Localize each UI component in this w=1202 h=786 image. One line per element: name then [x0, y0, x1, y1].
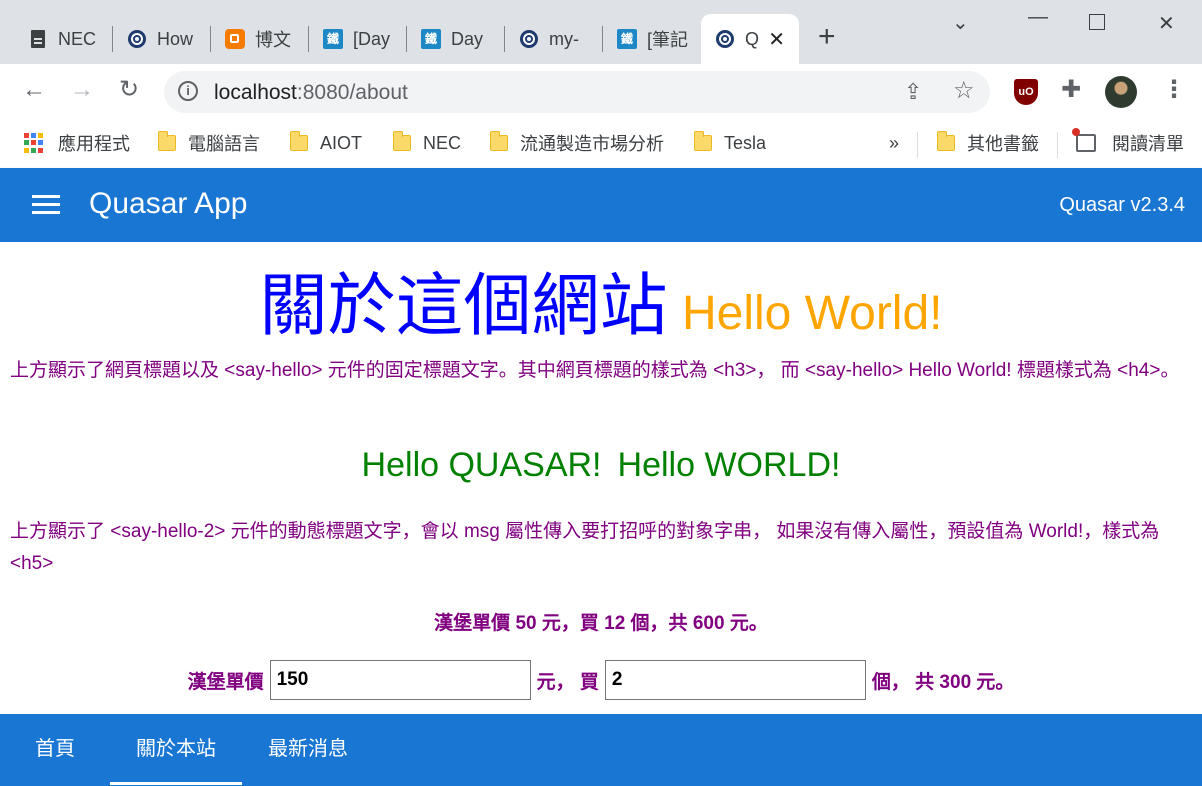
apps-grid-icon	[24, 133, 44, 153]
browser-tab[interactable]: my-	[505, 14, 603, 64]
footer-tabs: 首頁 關於本站 最新消息	[0, 714, 1202, 786]
say-hello-heading: Hello World!	[681, 287, 943, 340]
reading-list-icon	[1072, 128, 1096, 152]
ithome-icon: 鐵	[421, 29, 441, 49]
tab-title: my-	[549, 28, 579, 49]
browser-toolbar: ← → ↻ i localhost:8080/about ⇪ ☆ uO ✚ ⋮	[0, 64, 1202, 120]
folder-icon	[290, 131, 308, 151]
tab-title: How	[157, 28, 194, 49]
minimize-icon[interactable]: —	[1028, 6, 1048, 29]
tab-title: [筆記	[647, 30, 689, 50]
ithome-icon: 鐵	[617, 29, 637, 49]
menu-dots-icon[interactable]: ⋮	[1162, 78, 1186, 102]
browser-tab[interactable]: NEC	[14, 14, 113, 64]
folder-icon	[393, 131, 411, 151]
bookmark-folder[interactable]: NEC	[393, 130, 461, 156]
forward-icon[interactable]: →	[70, 78, 94, 102]
close-window-icon[interactable]: ✕	[1158, 11, 1175, 36]
unit-label: 元， 買	[536, 671, 599, 693]
bookmarks-overflow-button[interactable]: »	[889, 130, 899, 156]
close-tab-icon[interactable]: ✕	[768, 27, 785, 52]
price-input[interactable]	[269, 660, 531, 700]
folder-icon	[490, 131, 508, 151]
reading-list[interactable]: 閱讀清單	[1072, 128, 1184, 156]
hello-quasar-heading: Hello QUASAR!	[361, 446, 602, 484]
folder-icon	[937, 131, 955, 151]
tab-title: Day	[451, 28, 484, 49]
browser-tab[interactable]: 博文	[211, 14, 309, 64]
bookmark-folder[interactable]: 流通製造市場分析	[490, 130, 664, 156]
maximize-icon[interactable]	[1089, 14, 1105, 30]
info-icon[interactable]: i	[178, 81, 198, 101]
bookmark-apps[interactable]: 應用程式	[24, 130, 130, 156]
document-icon	[28, 29, 48, 49]
price-summary: 漢堡單價 50 元，買 12 個，共 600 元。	[434, 613, 768, 634]
description-paragraph-2: 上方顯示了 <say-hello-2> 元件的動態標題文字，會以 msg 屬性傳…	[10, 521, 1160, 574]
menu-icon[interactable]	[32, 195, 60, 215]
blogger-icon	[225, 29, 245, 49]
folder-icon	[694, 131, 712, 151]
tab-home[interactable]: 首頁	[0, 714, 110, 786]
browser-tab[interactable]: How	[113, 14, 211, 64]
bookmark-folder[interactable]: 電腦語言	[158, 130, 260, 156]
say-hello-2-row: Hello QUASAR! Hello WORLD!	[0, 446, 1202, 485]
address-bar[interactable]: i localhost:8080/about ⇪ ☆	[164, 71, 990, 113]
url-text[interactable]: localhost:8080/about	[214, 81, 408, 105]
app-header: Quasar App Quasar v2.3.4	[0, 168, 1202, 242]
tab-title: NEC	[58, 28, 97, 49]
quasar-icon	[127, 29, 147, 49]
tab-about[interactable]: 關於本站	[110, 714, 242, 786]
ithome-icon: 鐵	[323, 29, 343, 49]
app-title: Quasar App	[89, 187, 248, 220]
bookmark-folder[interactable]: AIOT	[290, 130, 362, 156]
quasar-icon	[519, 29, 539, 49]
back-icon[interactable]: ←	[22, 78, 46, 102]
tab-search-icon[interactable]: ⌄	[952, 10, 969, 35]
page-heading-h3: 關於這個網站	[259, 267, 668, 346]
page-title: 關於這個網站 Hello World!	[0, 250, 1202, 349]
price-form: 漢堡單價 元， 買 個， 共 300 元。	[0, 660, 1202, 700]
browser-tab[interactable]: 鐵 [Day	[309, 14, 407, 64]
browser-tab-strip: NEC How 博文 鐵 [Day 鐵 Day my- 鐵 [筆記 Q ✕ + …	[0, 0, 1202, 64]
quantity-input[interactable]	[604, 660, 866, 700]
browser-tab[interactable]: 鐵 [筆記	[603, 14, 701, 64]
reload-icon[interactable]: ↻	[119, 78, 139, 102]
tab-title: 博文	[255, 30, 291, 50]
folder-icon	[158, 131, 176, 151]
browser-tab[interactable]: 鐵 Day	[407, 14, 505, 64]
bookmarks-bar: 應用程式 電腦語言 AIOT NEC 流通製造市場分析 Tesla » 其他書籤…	[0, 120, 1202, 168]
browser-tab-active[interactable]: Q ✕	[701, 14, 799, 64]
page-content: 關於這個網站 Hello World! 上方顯示了網頁標題以及 <say-hel…	[0, 242, 1202, 714]
ublock-icon[interactable]: uO	[1014, 79, 1038, 105]
version-label: Quasar v2.3.4	[1059, 194, 1185, 216]
other-bookmarks[interactable]: 其他書籤	[937, 130, 1039, 156]
hello-world-heading: Hello WORLD!	[617, 446, 841, 484]
price-label: 漢堡單價	[187, 671, 264, 693]
avatar[interactable]	[1105, 76, 1137, 108]
quasar-icon	[715, 29, 735, 49]
description-paragraph-1: 上方顯示了網頁標題以及 <say-hello> 元件的固定標題文字。其中網頁標題…	[10, 360, 1180, 381]
bookmark-folder[interactable]: Tesla	[694, 130, 766, 156]
extensions-icon[interactable]: ✚	[1061, 78, 1081, 102]
share-icon[interactable]: ⇪	[904, 80, 922, 104]
tab-title: Q	[745, 28, 760, 49]
tab-news[interactable]: 最新消息	[242, 714, 374, 786]
new-tab-icon[interactable]: +	[818, 22, 836, 52]
tab-title: [Day	[353, 28, 391, 49]
total-label: 個， 共 300 元。	[871, 671, 1015, 693]
star-icon[interactable]: ☆	[953, 79, 975, 103]
